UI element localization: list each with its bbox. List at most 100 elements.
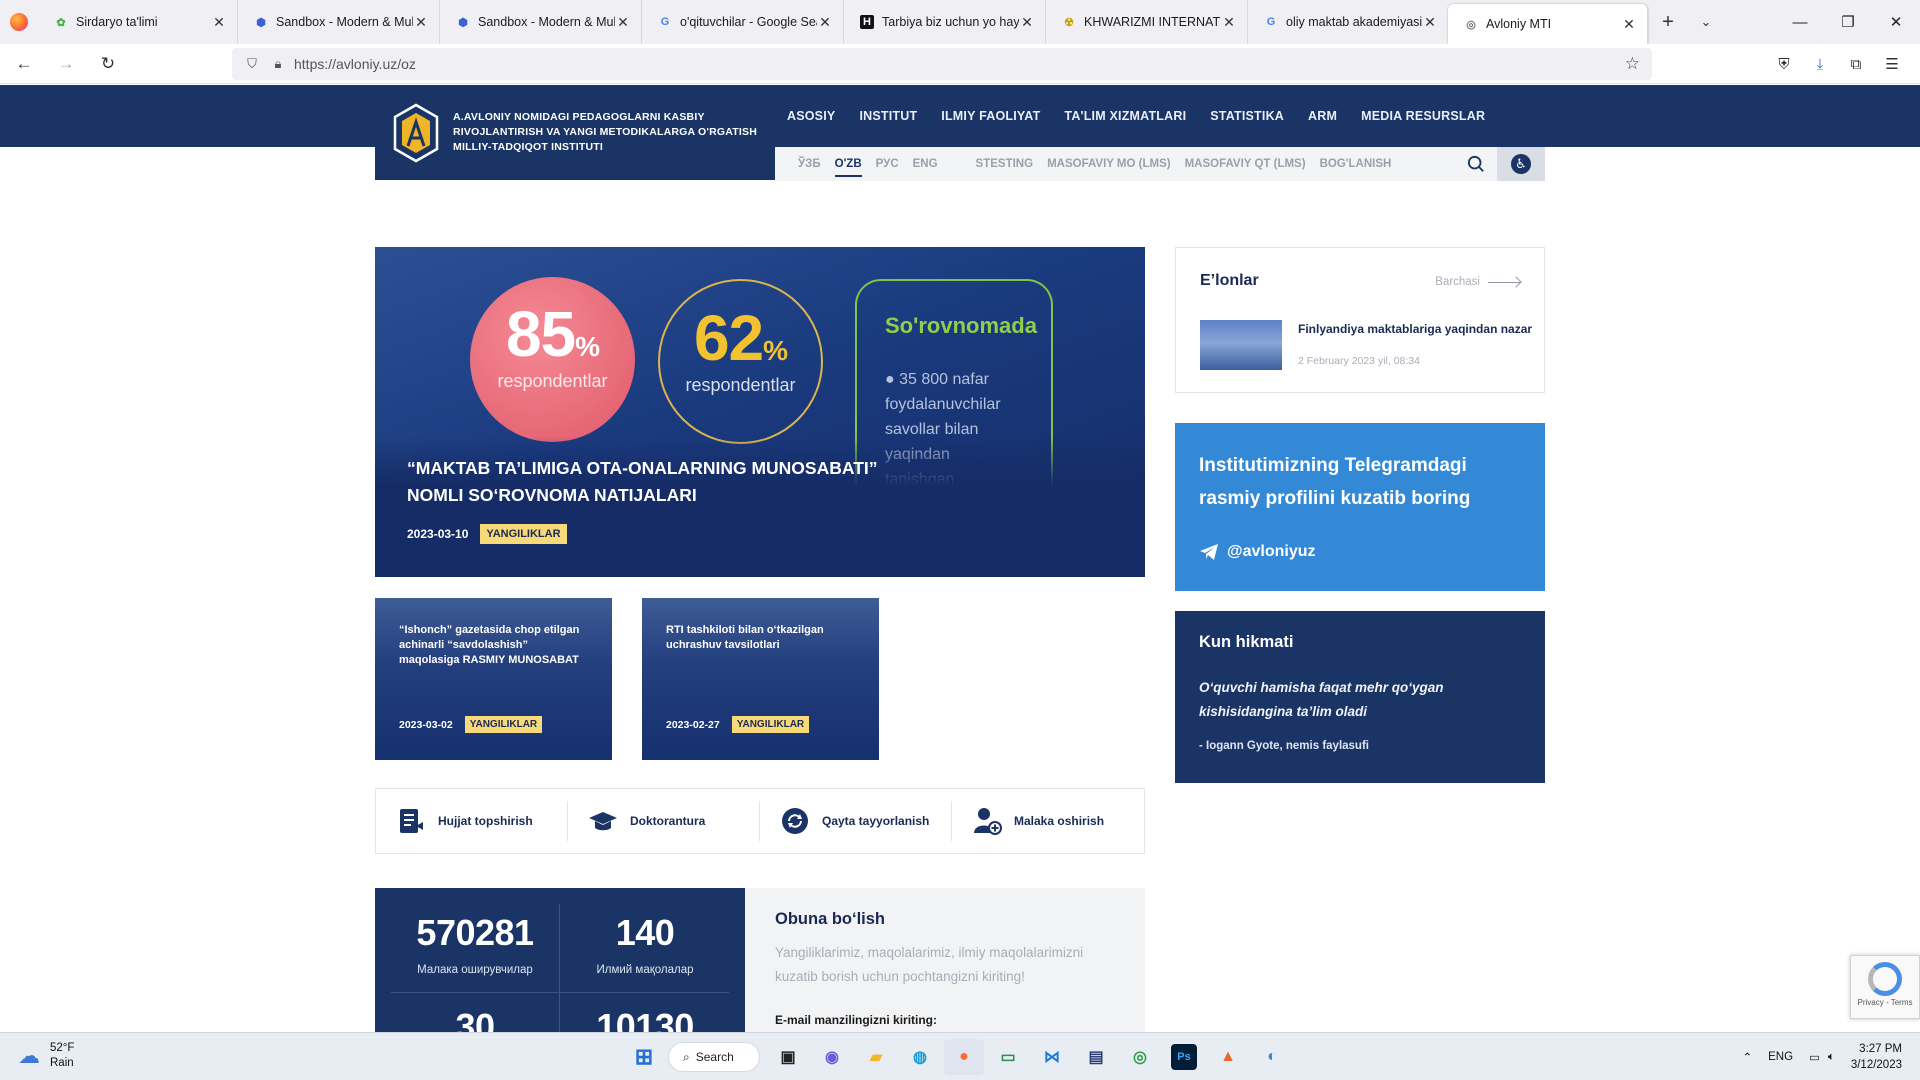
hero-news[interactable]: 85% respondentlar 62% respondentlar So'r…	[375, 247, 1145, 577]
quick-link-hujjat[interactable]: Hujjat topshirish	[376, 801, 568, 841]
system-tray: ⌃ ENG ▭ 🔈︎ 3:27 PM 3/12/2023	[1742, 1041, 1902, 1073]
close-icon[interactable]: ✕	[1422, 14, 1438, 31]
url-text[interactable]: https://avloniy.uz/oz	[294, 56, 416, 72]
photoshop-icon[interactable]: Ps	[1171, 1044, 1197, 1070]
lang-en[interactable]: ENG	[913, 158, 938, 170]
save-disk-icon[interactable]: ▤	[1076, 1039, 1116, 1075]
bookmark-star-icon[interactable]: ☆	[1625, 54, 1640, 74]
tab-2[interactable]: ⬢ Sandbox - Modern & Multi ✕	[440, 0, 642, 44]
accessibility-button[interactable]: ♿︎	[1497, 147, 1545, 181]
task-view-icon[interactable]: ▣	[768, 1039, 808, 1075]
nav-item-asosiy[interactable]: ASOSIY	[787, 109, 835, 123]
see-all-link[interactable]: Barchasi	[1435, 276, 1520, 288]
minimize-icon[interactable]: —	[1776, 0, 1824, 44]
office-icon[interactable]: ▲	[1208, 1039, 1248, 1075]
hero-title[interactable]: “MAKTAB TA’LIMIGA OTA-ONALARNING MUNOSAB…	[407, 455, 887, 509]
chevron-down-icon[interactable]: ⌄	[1688, 0, 1724, 44]
lock-icon[interactable]: 🔒︎	[268, 56, 288, 72]
quick-link-qayta[interactable]: Qayta tayyorlanish	[760, 801, 952, 841]
teams-chat-icon[interactable]: ◉	[812, 1039, 852, 1075]
close-icon[interactable]: ✕	[1019, 14, 1035, 31]
subnav-boglanish[interactable]: BOG'LANISH	[1320, 158, 1392, 170]
back-icon[interactable]: ←	[6, 48, 42, 80]
globe-app-icon[interactable]: ◐	[1252, 1039, 1292, 1075]
windows-start-icon[interactable]: ⊞	[624, 1039, 664, 1075]
menu-icon[interactable]: ☰	[1874, 48, 1910, 80]
category-badge[interactable]: YANGILIKLAR	[464, 716, 543, 733]
category-badge[interactable]: YANGILIKLAR	[731, 716, 810, 733]
news-card[interactable]: RTI tashkiloti bilan o‘tkazilgan uchrash…	[642, 598, 879, 760]
nav-item-statistika[interactable]: STATISTIKA	[1210, 109, 1284, 123]
quick-link-doktorantura[interactable]: Doktorantura	[568, 801, 760, 841]
arrow-right-icon	[1488, 281, 1520, 283]
tab-3[interactable]: G o'qituvchilar - Google Searc ✕	[642, 0, 844, 44]
quick-link-malaka[interactable]: Malaka oshirish	[952, 801, 1144, 841]
weather-widget[interactable]: ☁ 52°F Rain	[18, 1041, 74, 1071]
url-bar[interactable]: ⛉ 🔒︎ https://avloniy.uz/oz ☆	[232, 48, 1652, 80]
edge-icon[interactable]: ◍	[900, 1039, 940, 1075]
chrome-icon[interactable]: ◎	[1120, 1039, 1160, 1075]
telegram-panel[interactable]: Institutimizning Telegramdagi rasmiy pro…	[1175, 423, 1545, 591]
reload-icon[interactable]: ↻	[90, 48, 126, 80]
tray-chevron-up-icon[interactable]: ⌃	[1742, 1050, 1752, 1064]
news-card[interactable]: “Ishonch” gazetasida chop etilgan achina…	[375, 598, 612, 760]
email-field-label: E-mail manzilingizni kiriting:	[775, 1013, 938, 1027]
taskbar-search[interactable]: ⌕ Search	[668, 1042, 760, 1072]
tab-4[interactable]: H Tarbiya biz uchun yo hayot ✕	[844, 0, 1046, 44]
close-icon[interactable]: ✕	[817, 14, 833, 31]
close-icon[interactable]: ✕	[1221, 14, 1237, 31]
announcement-title[interactable]: Finlyandiya maktablariga yaqindan nazar	[1298, 322, 1532, 336]
nav-item-talim-xizmatlari[interactable]: TA'LIM XIZMATLARI	[1064, 109, 1186, 123]
close-icon[interactable]: ✕	[211, 14, 227, 31]
close-window-icon[interactable]: ✕	[1872, 0, 1920, 44]
new-tab-icon[interactable]: +	[1648, 0, 1688, 44]
subnav-masofaviy-mo[interactable]: MASOFAVIY MO (LMS)	[1047, 158, 1171, 170]
vscode-icon[interactable]: ⋈	[1032, 1039, 1072, 1075]
tab-0[interactable]: ✿ Sirdaryo ta'limi ✕	[38, 0, 238, 44]
terminal-icon[interactable]: ▭	[988, 1039, 1028, 1075]
subnav-masofaviy-qt[interactable]: MASOFAVIY QT (LMS)	[1185, 158, 1306, 170]
network-icon[interactable]: ▭	[1809, 1050, 1820, 1064]
firefox-menu-icon[interactable]	[0, 0, 38, 44]
subnav-stesting[interactable]: STESTING	[976, 158, 1034, 170]
tab-title: Tarbiya biz uchun yo hayot	[882, 15, 1019, 29]
firefox-icon[interactable]: ●	[944, 1039, 984, 1075]
close-icon[interactable]: ✕	[615, 14, 631, 31]
download-icon[interactable]: ⤓	[1802, 48, 1838, 80]
input-language[interactable]: ENG	[1768, 1051, 1793, 1063]
nav-item-institut[interactable]: INSTITUT	[859, 109, 917, 123]
telegram-handle-link[interactable]: @avloniyuz	[1199, 543, 1316, 561]
tab-1[interactable]: ⬢ Sandbox - Modern & Multi ✕	[238, 0, 440, 44]
shield-icon[interactable]: ⛉	[242, 56, 262, 72]
search-icon[interactable]	[1467, 155, 1485, 173]
lang-uz-cyrl[interactable]: ЎЗБ	[798, 158, 821, 170]
nav-item-ilmiy-faoliyat[interactable]: ILMIY FAOLIYAT	[941, 109, 1040, 123]
close-icon[interactable]: ✕	[1621, 16, 1637, 33]
quick-link-label: Qayta tayyorlanish	[822, 814, 930, 828]
site-brand[interactable]: A.AVLONIY NOMIDAGI PEDAGOGLARNI KASBIY R…	[375, 85, 775, 180]
recaptcha-badge[interactable]: Privacy - Terms	[1850, 955, 1920, 1019]
forward-icon[interactable]: →	[48, 48, 84, 80]
volume-icon[interactable]: 🔈︎	[1828, 1051, 1835, 1064]
lang-ru[interactable]: РУС	[876, 158, 899, 170]
category-badge[interactable]: YANGILIKLAR	[480, 524, 567, 544]
stat-circle-85: 85% respondentlar	[470, 277, 635, 442]
hexagon-icon: ⬢	[256, 16, 266, 29]
subscribe-text: Yangiliklarimiz, maqolalarimiz, ilmiy ma…	[775, 945, 1084, 984]
tab-5[interactable]: ☢ KHWARIZMI INTERNATIONA ✕	[1046, 0, 1248, 44]
file-explorer-icon[interactable]: ▰	[856, 1039, 896, 1075]
nav-item-media-resurslar[interactable]: MEDIA RESURSLAR	[1361, 109, 1485, 123]
restore-icon[interactable]: ❐	[1824, 0, 1872, 44]
news-card-title[interactable]: “Ishonch” gazetasida chop etilgan achina…	[399, 623, 589, 668]
clock[interactable]: 3:27 PM 3/12/2023	[1851, 1041, 1902, 1073]
tab-7-active[interactable]: ◎ Avloniy MTI ✕	[1448, 4, 1648, 44]
nav-item-arm[interactable]: ARM	[1308, 109, 1337, 123]
close-icon[interactable]: ✕	[413, 14, 429, 31]
extensions-icon[interactable]: ⧉	[1838, 48, 1874, 80]
news-card-title[interactable]: RTI tashkiloti bilan o‘tkazilgan uchrash…	[666, 623, 856, 653]
pocket-icon[interactable]: ⛨	[1766, 48, 1802, 80]
lang-uz-latn[interactable]: O'ZB	[834, 158, 862, 177]
tab-6[interactable]: G oliy maktab akademiyasi - G ✕	[1248, 0, 1448, 44]
recaptcha-text[interactable]: Privacy - Terms	[1851, 998, 1919, 1007]
announcement-thumbnail[interactable]	[1200, 320, 1282, 370]
